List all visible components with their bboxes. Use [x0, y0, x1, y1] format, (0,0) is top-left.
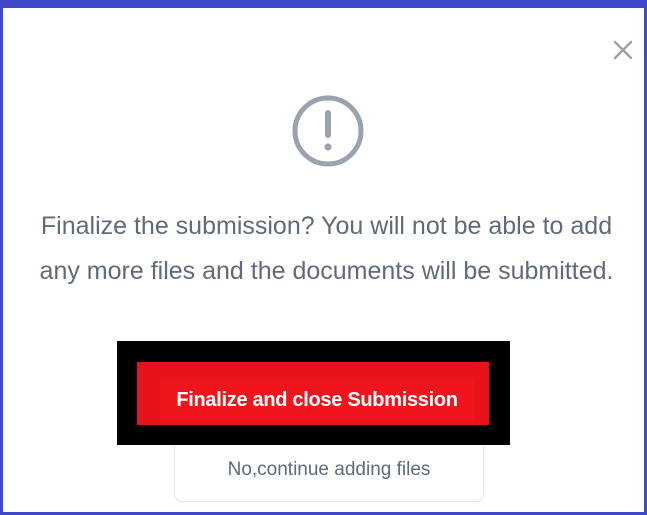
confirmation-dialog: Finalize the submission? You will not be…: [0, 0, 647, 515]
close-icon: [613, 40, 633, 60]
close-button[interactable]: [609, 36, 637, 64]
finalize-button[interactable]: Finalize and close Submission: [160, 380, 474, 420]
continue-adding-button[interactable]: No,continue adding files: [174, 445, 484, 502]
dialog-message: Finalize the submission? You will not be…: [39, 212, 614, 285]
exclamation-circle-icon: [292, 95, 364, 167]
